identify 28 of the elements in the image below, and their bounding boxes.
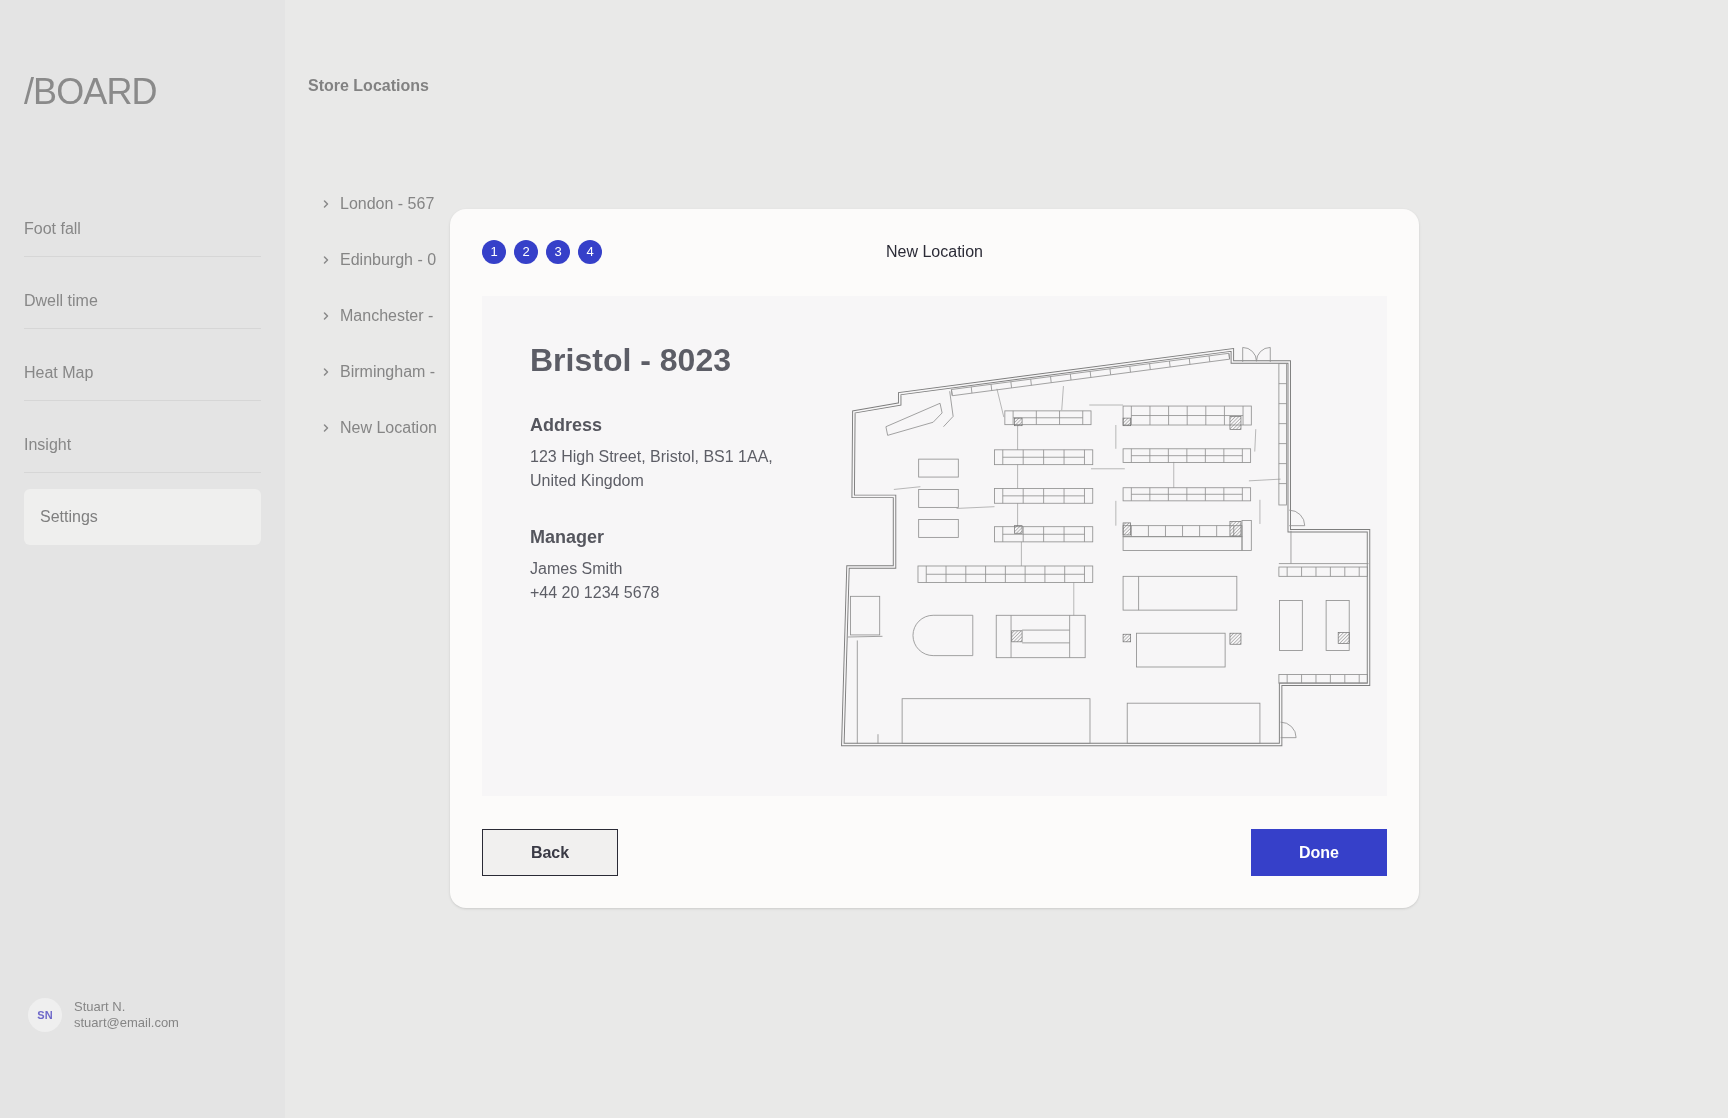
step-indicator: 2 bbox=[514, 240, 538, 264]
back-button[interactable]: Back bbox=[482, 829, 618, 876]
user-email: stuart@email.com bbox=[74, 1015, 179, 1032]
sidebar-item[interactable]: Settings bbox=[24, 489, 261, 545]
dialog-title: New Location bbox=[886, 242, 983, 262]
manager-name: James Smith bbox=[530, 559, 623, 579]
sidebar-item[interactable]: Dwell time bbox=[24, 273, 261, 329]
manager-heading: Manager bbox=[530, 526, 605, 549]
sidebar-item[interactable]: Foot fall bbox=[24, 201, 261, 257]
done-button[interactable]: Done bbox=[1251, 829, 1387, 876]
step-indicator: 4 bbox=[578, 240, 602, 264]
step-indicator: 3 bbox=[546, 240, 570, 264]
user-name: Stuart N. bbox=[74, 998, 126, 1015]
location-item[interactable]: Edinburgh - 0 bbox=[340, 248, 437, 272]
location-name: Bristol - 8023 bbox=[530, 341, 731, 380]
address-text: 123 High Street, Bristol, BS1 1AA, United Kingdom bbox=[530, 447, 774, 491]
avatar: SN bbox=[28, 998, 62, 1032]
sidebar-item[interactable]: Insight bbox=[24, 417, 261, 473]
logo: /BOARD bbox=[24, 70, 157, 114]
manager-phone: +44 20 1234 5678 bbox=[530, 583, 660, 603]
step-indicator: 1 bbox=[482, 240, 506, 264]
address-heading: Address bbox=[530, 414, 603, 437]
location-item[interactable]: Manchester - bbox=[340, 304, 434, 328]
sidebar-item[interactable]: Heat Map bbox=[24, 345, 261, 401]
page-title: Store Locations bbox=[308, 76, 429, 96]
location-item[interactable]: London - 567 bbox=[340, 192, 435, 216]
location-item[interactable]: New Location bbox=[340, 416, 437, 440]
location-item[interactable]: Birmingham - bbox=[340, 360, 436, 384]
